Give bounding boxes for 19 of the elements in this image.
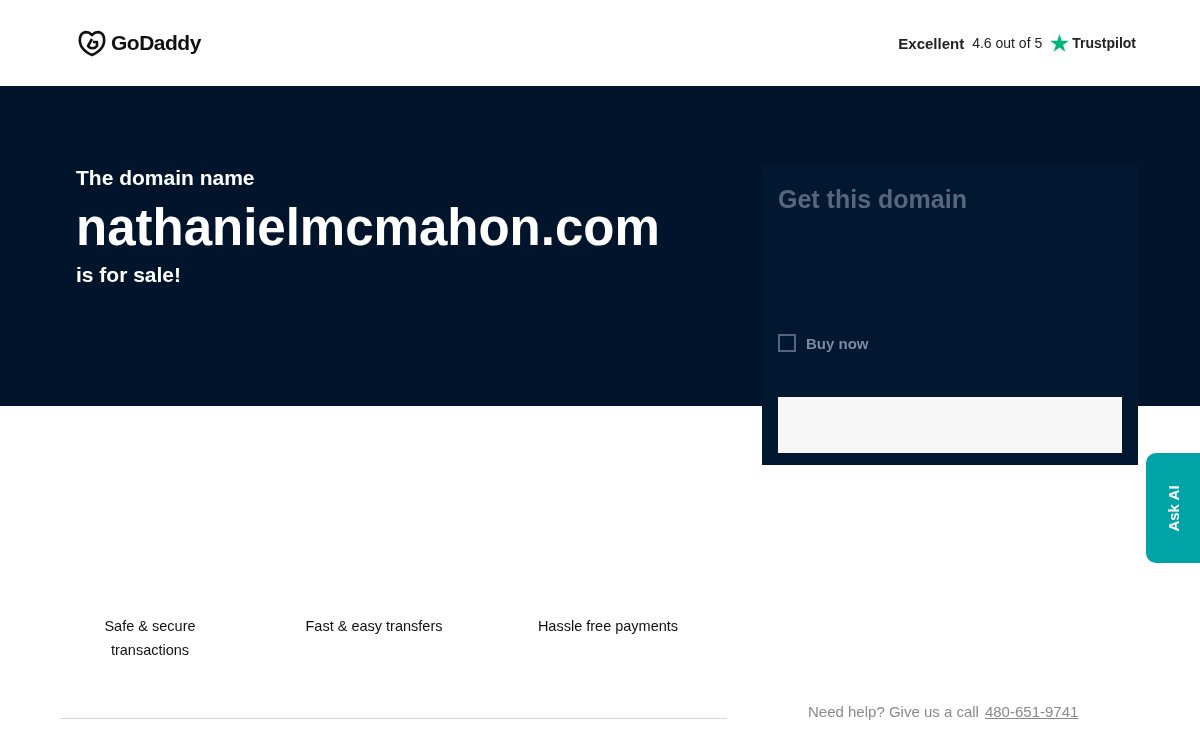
rating-label: Excellent (898, 34, 965, 52)
trustpilot-wordmark: Trustpilot (1072, 35, 1136, 51)
help-text: Need help? Give us a call (808, 703, 979, 720)
square-icon (778, 334, 796, 352)
phone-link[interactable]: 480-651-9741 (984, 703, 1079, 720)
ask-ai-tab[interactable]: Ask AI (1146, 453, 1200, 563)
rating-score: 4.6 out of 5 (972, 35, 1043, 51)
feature-label: Hassle free payments (536, 617, 680, 636)
feature-label: Fast & easy transfers (304, 617, 444, 636)
star-icon (1050, 34, 1070, 52)
hero-intro: The domain name (76, 166, 256, 190)
hero-outro: is for sale! (76, 263, 183, 287)
logo-wordmark: GoDaddy (111, 31, 201, 55)
logo-icon (77, 29, 107, 57)
feature-label: Safe & secure transactions (103, 617, 197, 660)
domain-name: nathanielmcmahon.com (76, 198, 660, 257)
buy-button[interactable] (778, 397, 1122, 453)
option-label: Buy now (806, 334, 869, 352)
card-title: Get this domain (778, 185, 968, 214)
